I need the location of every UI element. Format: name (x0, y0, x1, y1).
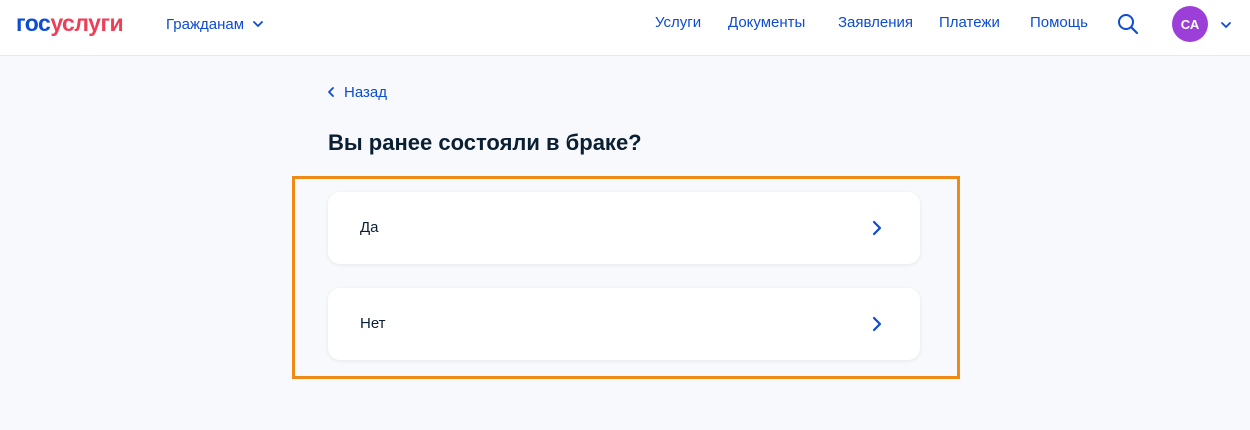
back-link-label: Назад (344, 83, 387, 101)
nav-link-services[interactable]: Услуги (655, 14, 701, 34)
audience-menu[interactable]: Гражданам (166, 14, 264, 34)
chevron-right-icon (872, 220, 882, 236)
avatar-initials: СА (1180, 16, 1200, 32)
page-title: Вы ранее состояли в браке? (328, 130, 642, 155)
nav-link-help[interactable]: Помощь (1030, 14, 1088, 34)
nav-link-applications[interactable]: Заявления (838, 14, 913, 34)
option-yes-label: Да (360, 219, 379, 236)
chevron-down-icon (253, 21, 263, 27)
top-header: госуслуги Гражданам Услуги Документы Зая… (0, 0, 1250, 56)
chevron-left-icon (328, 87, 334, 97)
avatar[interactable]: СА (1172, 6, 1208, 42)
option-yes-button[interactable]: Да (328, 192, 920, 264)
logo-part-gos: гос (16, 10, 51, 36)
gosuslugi-logo[interactable]: госуслуги (16, 9, 124, 37)
option-no-button[interactable]: Нет (328, 288, 920, 360)
search-icon[interactable] (1116, 12, 1140, 36)
nav-link-documents[interactable]: Документы (728, 14, 805, 34)
chevron-down-icon[interactable] (1220, 19, 1232, 31)
option-no-label: Нет (360, 315, 386, 332)
nav-link-payments[interactable]: Платежи (939, 14, 1000, 34)
back-link[interactable]: Назад (327, 82, 387, 102)
logo-part-uslugi: услуги (50, 10, 124, 36)
audience-menu-label: Гражданам (166, 15, 245, 33)
chevron-right-icon (872, 316, 882, 332)
